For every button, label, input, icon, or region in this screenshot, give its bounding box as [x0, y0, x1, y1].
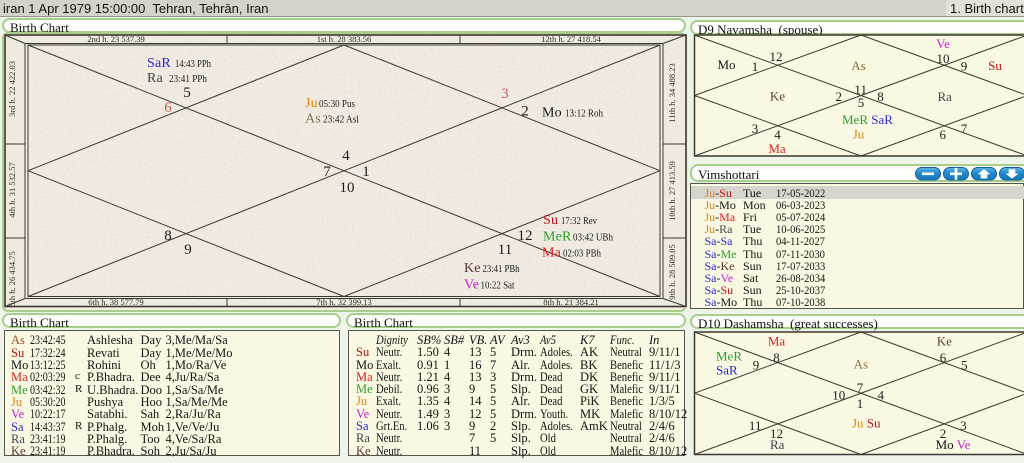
svg-text:6: 6	[940, 350, 947, 365]
svg-text:4: 4	[878, 388, 885, 403]
svg-text:SaR: SaR	[147, 56, 171, 71]
svg-text:1: 1	[857, 396, 864, 411]
svg-text:3: 3	[960, 418, 967, 433]
svg-text:6: 6	[164, 100, 172, 116]
svg-text:Ju Su: Ju Su	[852, 416, 881, 431]
svg-text:10:22 Sat: 10:22 Sat	[481, 281, 515, 292]
svg-text:1st h. 28 383.56: 1st h. 28 383.56	[317, 34, 372, 44]
svg-text:6: 6	[939, 127, 946, 142]
svg-text:Ma: Ma	[768, 141, 786, 156]
svg-text:Ma: Ma	[542, 246, 562, 261]
svg-text:9: 9	[753, 358, 760, 373]
svg-text:10th h. 27 413.59: 10th h. 27 413.59	[667, 161, 677, 221]
svg-text:Ju: Ju	[853, 127, 865, 142]
svg-text:10: 10	[340, 180, 355, 196]
svg-text:23:41 PPh: 23:41 PPh	[169, 74, 207, 85]
svg-text:2: 2	[836, 89, 843, 104]
svg-text:7th h. 32 399.13: 7th h. 32 399.13	[316, 297, 372, 307]
svg-text:11: 11	[498, 242, 512, 258]
svg-text:5: 5	[961, 358, 968, 373]
svg-text:02:03 PBh: 02:03 PBh	[563, 249, 601, 260]
svg-text:2nd h. 23 537.39: 2nd h. 23 537.39	[87, 34, 144, 44]
svg-text:8: 8	[877, 89, 884, 104]
svg-text:As: As	[854, 357, 868, 372]
svg-text:Ra: Ra	[937, 89, 952, 104]
svg-text:9th h. 28 509.05: 9th h. 28 509.05	[667, 244, 677, 300]
svg-text:12th h. 27 418.54: 12th h. 27 418.54	[541, 34, 601, 44]
svg-text:MeR: MeR	[716, 349, 742, 364]
svg-text:Ju: Ju	[305, 96, 318, 111]
svg-text:12: 12	[770, 49, 783, 64]
svg-text:Ma: Ma	[768, 334, 786, 349]
svg-text:As: As	[305, 112, 321, 127]
svg-text:23:41 PBh: 23:41 PBh	[483, 264, 520, 275]
svg-text:03:42 UBh: 03:42 UBh	[573, 233, 613, 244]
svg-text:2: 2	[521, 104, 529, 120]
svg-text:SaR: SaR	[716, 363, 738, 378]
svg-text:7: 7	[961, 121, 968, 136]
svg-text:Su: Su	[543, 213, 558, 228]
svg-text:23:42 Asl: 23:42 Asl	[323, 115, 359, 126]
svg-text:5: 5	[183, 85, 191, 101]
svg-text:Mo Ve: Mo Ve	[936, 437, 971, 452]
svg-text:8: 8	[773, 350, 780, 365]
svg-text:As: As	[851, 58, 865, 73]
svg-text:7: 7	[323, 164, 331, 180]
svg-text:11: 11	[749, 418, 762, 433]
svg-text:1: 1	[752, 59, 759, 74]
svg-text:8th h. 21 384.21: 8th h. 21 384.21	[543, 297, 599, 307]
svg-text:3rd h. 22 422.03: 3rd h. 22 422.03	[7, 61, 17, 117]
svg-text:7: 7	[857, 380, 864, 395]
svg-text:4th h. 31 532.57: 4th h. 31 532.57	[7, 162, 17, 218]
svg-text:14:43 PPh: 14:43 PPh	[175, 59, 211, 70]
svg-text:Ve: Ve	[464, 278, 479, 293]
svg-text:4: 4	[342, 148, 350, 164]
svg-text:Ra: Ra	[770, 437, 785, 452]
svg-text:9: 9	[184, 242, 192, 258]
svg-text:11th h. 34 488.23: 11th h. 34 488.23	[667, 63, 677, 122]
svg-text:Mo: Mo	[717, 57, 735, 72]
svg-text:6th h. 38 577.79: 6th h. 38 577.79	[88, 297, 144, 307]
svg-text:5: 5	[858, 95, 865, 110]
svg-text:10: 10	[937, 51, 950, 66]
svg-text:Ke: Ke	[937, 334, 952, 349]
svg-text:Ke: Ke	[770, 89, 785, 104]
svg-text:8: 8	[164, 228, 172, 244]
svg-text:4: 4	[774, 127, 781, 142]
svg-text:Ra: Ra	[147, 71, 164, 86]
svg-text:17:32 Rev: 17:32 Rev	[561, 216, 597, 227]
svg-text:1: 1	[362, 164, 370, 180]
svg-text:5th h. 26 434.75: 5th h. 26 434.75	[7, 251, 17, 307]
svg-text:3: 3	[501, 86, 509, 102]
svg-text:Mo: Mo	[542, 106, 562, 121]
svg-text:MeR: MeR	[543, 230, 572, 245]
svg-text:05:30 Pus: 05:30 Pus	[319, 99, 355, 110]
svg-text:12: 12	[518, 228, 533, 244]
svg-text:MeR SaR: MeR SaR	[842, 112, 893, 127]
svg-text:3: 3	[752, 121, 759, 136]
svg-text:Su: Su	[988, 58, 1002, 73]
svg-text:9: 9	[961, 58, 968, 73]
svg-text:10: 10	[832, 388, 845, 403]
svg-text:13:12 Roh: 13:12 Roh	[565, 109, 603, 120]
svg-text:Ve: Ve	[936, 36, 950, 51]
svg-text:Ke: Ke	[464, 261, 481, 276]
